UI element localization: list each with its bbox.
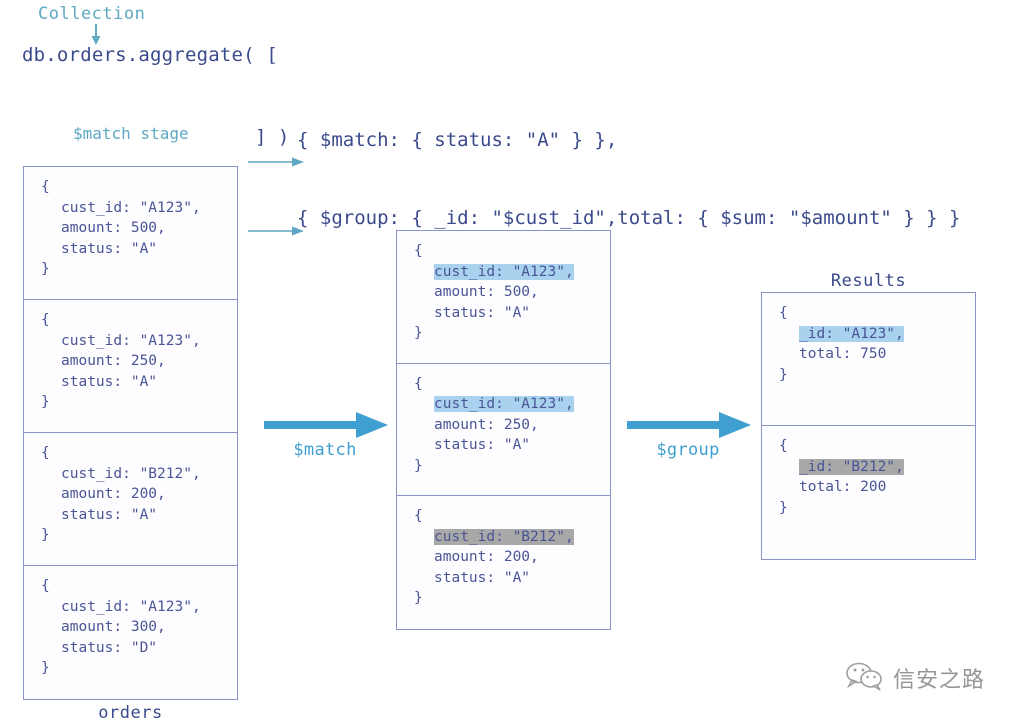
brace-open: { [779,305,788,321]
document-body: { cust_id: "B212", amount: 200, status: … [41,443,201,546]
results-box: { _id: "A123", total: 750 } { _id: "B212… [761,292,976,560]
brace-open: { [779,438,788,454]
cust-id-line: cust_id: "B212", [434,528,574,545]
aggregate-close-line: ] ) [255,126,290,148]
document-body: { cust_id: "A123", amount: 500, status: … [41,177,201,280]
table-row: { cust_id: "B212", amount: 200, status: … [24,433,237,566]
match-output-box: { cust_id: "A123", amount: 500, status: … [396,230,611,630]
brace-open: { [414,508,423,525]
table-row: { cust_id: "A123", amount: 500, status: … [397,231,610,364]
orders-collection-box: { cust_id: "A123", amount: 500, status: … [23,166,238,700]
status-line: status: "A" [434,304,531,321]
brace-open: { [41,445,50,461]
cust-id-line: cust_id: "A123", [61,332,201,349]
amount-line: amount: 500, [61,220,166,236]
table-row: { cust_id: "A123", amount: 250, status: … [24,300,237,433]
status-line: status: "A" [61,240,158,257]
amount-line: amount: 250, [61,353,166,369]
brace-close: } [41,527,50,543]
brace-close: } [41,261,50,277]
watermark: 信安之路 [845,660,985,696]
document-body: { cust_id: "A123", amount: 300, status: … [41,576,201,679]
cust-id-line: cust_id: "A123", [61,598,201,615]
document-body: { cust_id: "A123", amount: 500, status: … [414,241,574,344]
watermark-text: 信安之路 [893,668,986,693]
cust-id-line: cust_id: "A123", [434,396,574,413]
table-row: { _id: "A123", total: 750 } [762,293,975,426]
cust-id-line: cust_id: "A123", [434,263,574,280]
wechat-icon [845,660,885,696]
group-arrow-label: $group [656,440,720,460]
brace-open: { [41,312,50,328]
status-line: status: "A" [61,373,158,390]
cust-id-line: cust_id: "A123", [61,199,201,216]
match-stage-label: $match stage [73,124,189,143]
status-line: status: "A" [434,437,531,454]
brace-close: } [779,499,788,516]
brace-open: { [41,578,50,594]
amount-line: amount: 500, [434,284,539,300]
amount-line: amount: 300, [61,619,166,635]
collection-label: Collection [38,4,146,24]
status-line: status: "A" [434,569,531,586]
brace-open: { [414,243,423,259]
brace-close: } [414,325,423,341]
total-line: total: 750 [799,346,887,362]
table-row: { cust_id: "A123", amount: 250, status: … [397,364,610,497]
brace-open: { [41,179,50,195]
collection-pointer-arrow-icon [90,24,102,46]
table-row: { cust_id: "A123", amount: 300, status: … [24,566,237,699]
brace-close: } [414,590,423,607]
brace-close: } [414,457,423,474]
amount-line: amount: 250, [434,416,539,433]
brace-open: { [414,375,423,392]
aggregate-call-line: db.orders.aggregate( [ [22,44,279,66]
match-stage-flow-arrow: $match [262,412,388,468]
document-body: { cust_id: "B212", amount: 200, status: … [414,506,574,609]
brace-close: } [41,394,50,410]
id-line: _id: "B212", [799,458,904,475]
match-stage-code: { $match: { status: "A" } }, [297,129,618,151]
status-line: status: "A" [61,506,158,523]
match-stage-label-row: $match stage [73,122,305,166]
match-arrow-label: $match [293,440,357,460]
id-line: _id: "A123", [799,325,904,342]
cust-id-line: cust_id: "B212", [61,465,201,482]
table-row: { _id: "B212", total: 200 } [762,426,975,559]
brace-close: } [41,660,50,676]
group-stage-flow-arrow: $group [625,412,751,468]
table-row: { cust_id: "B212", amount: 200, status: … [397,496,610,629]
amount-line: amount: 200, [434,549,539,566]
group-stage-code: { $group: { _id: "$cust_id",total: { $su… [297,207,961,229]
results-caption: Results [830,271,907,291]
match-stage-arrow-icon [191,128,305,166]
orders-caption: orders [98,703,163,723]
document-body: { _id: "B212", total: 200 } [779,436,904,518]
document-body: { _id: "A123", total: 750 } [779,303,904,385]
amount-line: amount: 200, [61,486,166,502]
document-body: { cust_id: "A123", amount: 250, status: … [41,310,201,413]
document-body: { cust_id: "A123", amount: 250, status: … [414,374,574,477]
table-row: { cust_id: "A123", amount: 500, status: … [24,167,237,300]
total-line: total: 200 [799,479,887,495]
status-line: status: "D" [61,639,158,656]
brace-close: } [779,366,788,383]
